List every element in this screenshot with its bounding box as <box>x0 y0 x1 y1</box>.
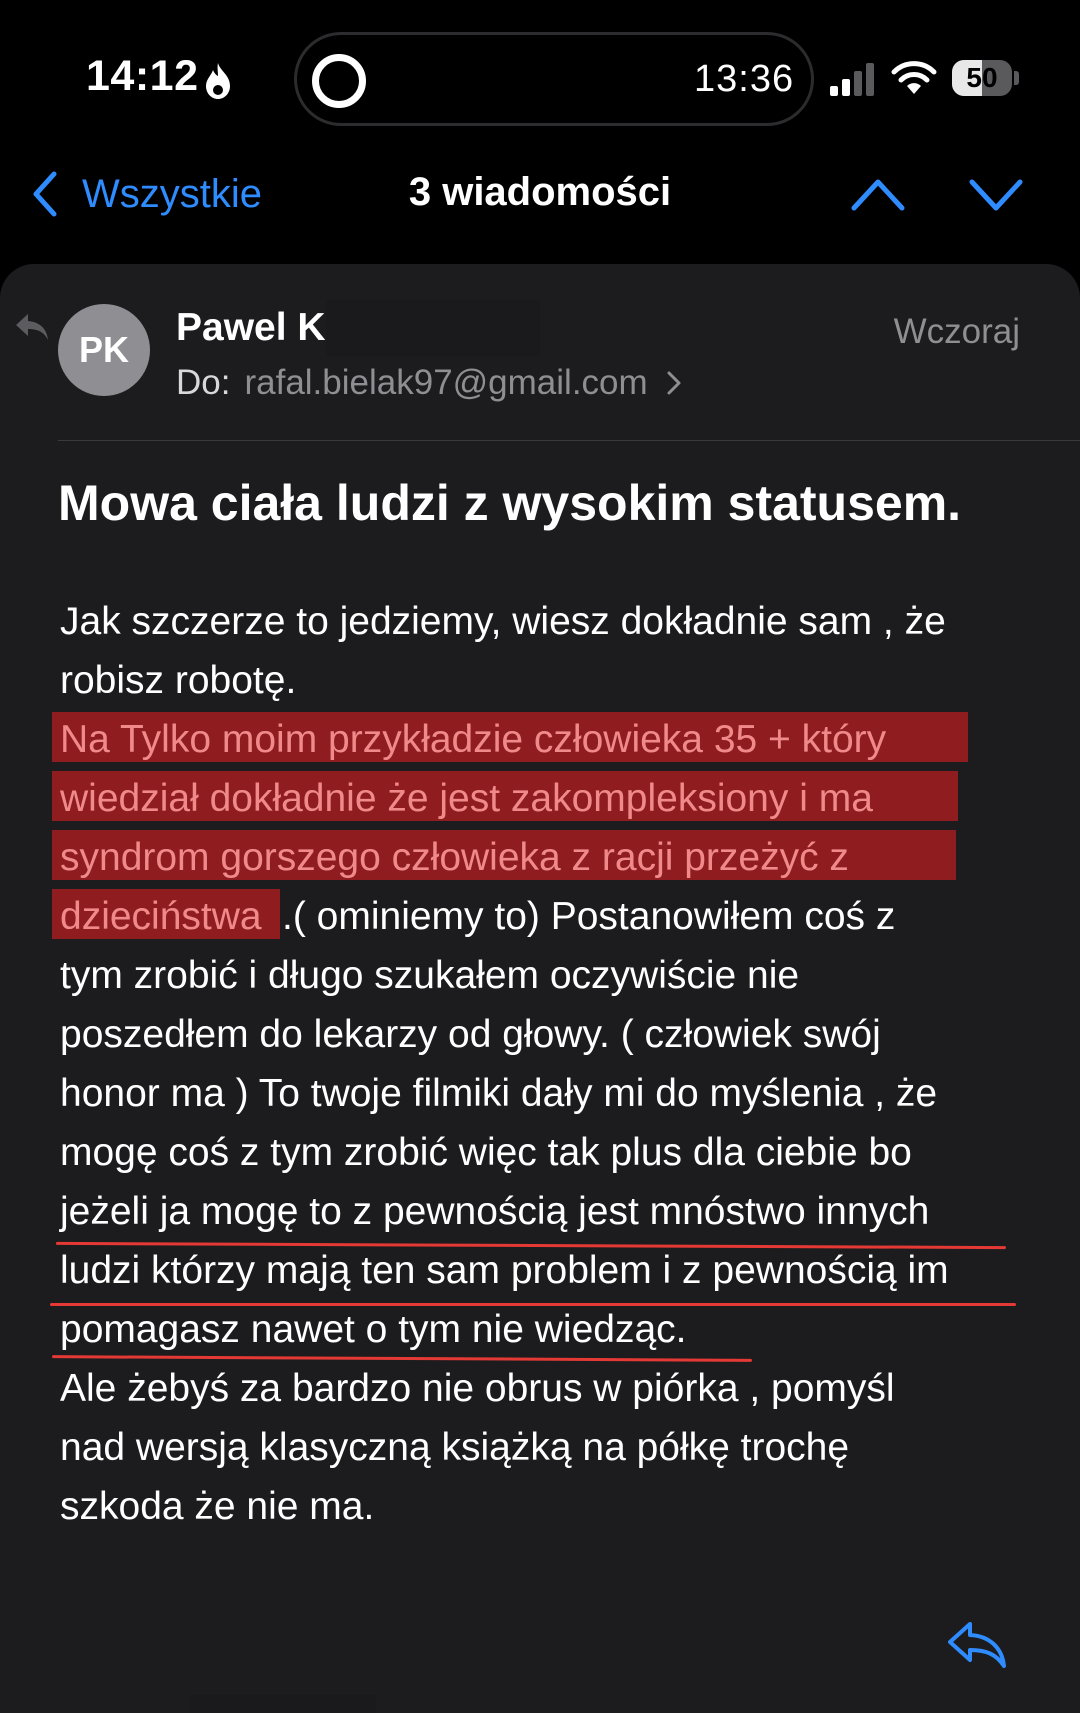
underline-mark <box>51 1355 753 1362</box>
message-date: Wczoraj <box>893 312 1020 351</box>
battery-level: 50 <box>966 62 998 93</box>
redaction-box <box>326 300 540 356</box>
body-line: Ale żebyś za bardzo nie obrus w piórka ,… <box>60 1367 895 1410</box>
back-button[interactable]: Wszystkie <box>30 168 262 220</box>
chevron-up-icon[interactable] <box>848 170 908 220</box>
chevron-left-icon <box>33 171 57 217</box>
reply-icon[interactable] <box>946 1618 1008 1670</box>
body-line: Jak szczerze to jedziemy, wiesz dokładni… <box>60 600 946 643</box>
body-line: jeżeli ja mogę to z pewnością jest mnóst… <box>60 1190 930 1233</box>
highlighted-body-line: Na Tylko moim przykładzie człowieka 35 +… <box>60 718 887 761</box>
status-bar: 14:12 13:36 50 <box>0 0 1080 150</box>
signal-icon <box>830 63 874 96</box>
battery-indicator: 50 <box>952 60 1020 96</box>
body-line: szkoda że nie ma. <box>60 1485 375 1528</box>
highlighted-body-line: wiedział dokładnie że jest zakompleksion… <box>60 777 873 820</box>
bottom-redaction <box>190 1695 376 1713</box>
body-line: mogę coś z tym zrobić więc tak plus dla … <box>60 1131 912 1174</box>
header-divider <box>58 440 1080 441</box>
underline-mark <box>50 1303 1016 1306</box>
highlighted-body-line: dzieciństwa <box>60 895 262 938</box>
sender-name[interactable]: Pawel K <box>176 306 326 350</box>
recipient-line[interactable]: Do: rafal.bielak97@gmail.com <box>176 360 682 406</box>
wifi-icon <box>891 61 937 94</box>
body-line: tym zrobić i długo szukałem oczywiście n… <box>60 954 800 997</box>
page-title: 3 wiadomości <box>408 170 672 214</box>
activity-ring-icon <box>312 54 366 108</box>
chevron-right-icon <box>667 371 681 395</box>
body-line: .( ominiemy to) Postanowiłem coś z <box>282 895 896 938</box>
avatar[interactable]: PK <box>58 304 150 396</box>
island-time: 13:36 <box>694 58 795 100</box>
highlighted-body-line: syndrom gorszego człowieka z racji przeż… <box>60 836 849 879</box>
body-line: robisz robotę. <box>60 659 297 702</box>
status-time: 14:12 <box>86 52 199 100</box>
body-line: honor ma ) To twoje filmiki dały mi do m… <box>60 1072 938 1115</box>
body-line: nad wersją klasyczną książką na półkę tr… <box>60 1426 850 1469</box>
underline-mark <box>55 1241 1007 1250</box>
message-card: PK Pawel K Wczoraj Do: rafal.bielak97@gm… <box>0 264 1080 1713</box>
back-button-label: Wszystkie <box>82 171 262 216</box>
recipient-address: rafal.bielak97@gmail.com <box>244 363 648 402</box>
body-line: ludzi którzy mają ten sam problem i z pe… <box>60 1249 949 1292</box>
reply-arrow-icon <box>16 314 48 340</box>
flame-icon <box>206 63 230 99</box>
chevron-down-icon[interactable] <box>966 170 1026 220</box>
body-line: pomagasz nawet o tym nie wiedząc. <box>60 1308 687 1351</box>
body-line: poszedłem do lekarzy od głowy. ( człowie… <box>60 1013 881 1056</box>
message-subject: Mowa ciała ludzi z wysokim statusem. <box>58 475 962 531</box>
recipient-label: Do: <box>176 363 231 402</box>
